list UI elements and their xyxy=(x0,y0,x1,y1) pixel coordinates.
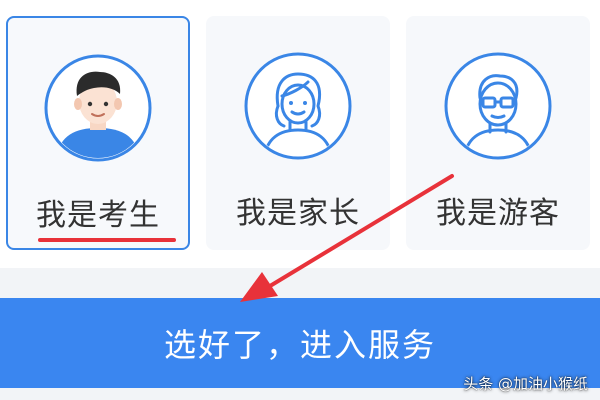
role-label-visitor: 我是游客 xyxy=(436,196,560,231)
student-avatar-icon xyxy=(44,54,152,162)
visitor-avatar-icon xyxy=(444,52,552,160)
role-label-student: 我是考生 xyxy=(36,198,160,233)
role-selection-panel: 我是考生 我是家长 我是游客 xyxy=(0,0,600,268)
role-card-parent[interactable]: 我是家长 xyxy=(206,16,390,250)
role-label-parent: 我是家长 xyxy=(236,196,360,231)
selected-underline xyxy=(38,238,176,242)
role-card-student[interactable]: 我是考生 xyxy=(6,16,190,250)
role-card-visitor[interactable]: 我是游客 xyxy=(406,16,590,250)
section-gap xyxy=(0,268,600,298)
watermark: 头条 @加油小猴纸 xyxy=(463,375,588,393)
parent-avatar-icon xyxy=(244,52,352,160)
